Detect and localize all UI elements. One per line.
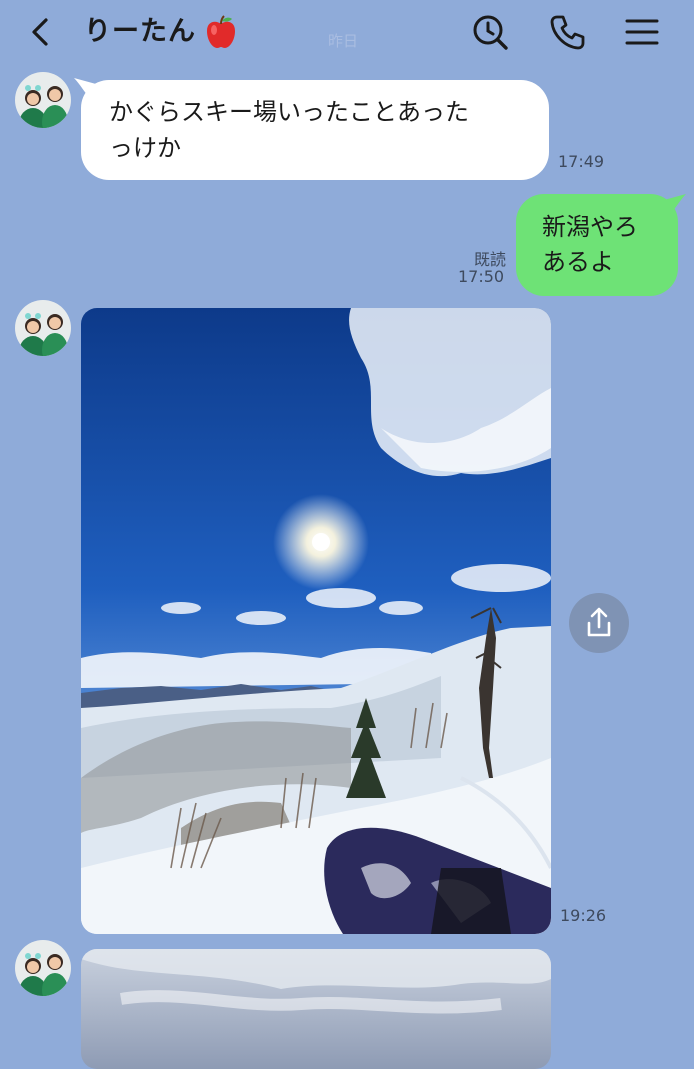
apple-icon (207, 15, 235, 48)
menu-icon[interactable] (622, 12, 662, 52)
date-separator: 昨日 (328, 32, 359, 50)
outgoing-message-bubble[interactable]: 新潟やろ あるよ (516, 194, 678, 296)
message-time: 19:26 (560, 906, 607, 925)
message-text-line: かぐらスキー場いったことあった (109, 98, 469, 126)
share-button[interactable] (569, 593, 629, 653)
phone-icon[interactable] (548, 12, 588, 52)
bubble-tail (74, 78, 96, 98)
bubble-tail (664, 194, 686, 214)
message-text-line: あるよ (542, 248, 614, 276)
back-chevron-icon[interactable] (22, 12, 62, 52)
message-time: 17:49 (558, 152, 605, 171)
avatar[interactable] (15, 940, 71, 996)
message-time: 17:50 (458, 267, 505, 286)
photo-message[interactable] (81, 949, 551, 1069)
avatar[interactable] (15, 300, 71, 356)
chat-title[interactable]: りーたん (84, 12, 196, 52)
chat-header: りーたん 昨日 (0, 0, 694, 66)
message-text-line: っけか (109, 134, 181, 162)
incoming-message-bubble[interactable]: かぐらスキー場いったことあった っけか (81, 80, 549, 180)
avatar[interactable] (15, 72, 71, 128)
search-clock-icon[interactable] (470, 12, 510, 52)
message-text-line: 新潟やろ (542, 213, 638, 241)
photo-message[interactable] (81, 308, 551, 934)
share-icon (587, 607, 611, 637)
